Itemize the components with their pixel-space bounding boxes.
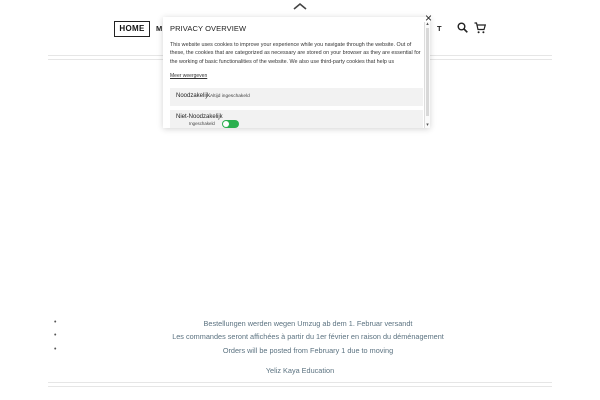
category-label: Noodzakelijk bbox=[176, 93, 211, 99]
notice-item: • Les commandes seront affichées à parti… bbox=[0, 332, 600, 341]
notice-item: • Orders will be posted from February 1 … bbox=[0, 346, 600, 355]
privacy-modal: PRIVACY OVERVIEW This website uses cooki… bbox=[163, 17, 430, 128]
nav-link-partial-right[interactable]: T bbox=[437, 24, 442, 33]
show-more-link[interactable]: Meer weergeven bbox=[170, 73, 207, 79]
chevron-up-icon[interactable] bbox=[293, 2, 307, 10]
bullet: • bbox=[54, 332, 57, 339]
search-icon[interactable] bbox=[457, 22, 468, 33]
bullet: • bbox=[54, 346, 57, 353]
modal-scrollbar[interactable]: ▴ ▾ bbox=[424, 22, 430, 128]
nav-link-partial[interactable]: M bbox=[156, 24, 162, 33]
cookie-category-non-necessary[interactable]: Niet-Noodzakelijk Ingeschakeld bbox=[170, 110, 423, 128]
non-necessary-toggle[interactable] bbox=[222, 120, 239, 128]
scroll-down-arrow-icon[interactable]: ▾ bbox=[425, 123, 430, 128]
category-status: Ingeschakeld bbox=[189, 121, 215, 126]
category-label: Niet-Noodzakelijk bbox=[176, 114, 223, 120]
nav-home-link[interactable]: HOME bbox=[114, 21, 150, 37]
bullet: • bbox=[54, 319, 57, 326]
scroll-thumb[interactable] bbox=[426, 28, 429, 116]
notice-text: Orders will be posted from February 1 du… bbox=[222, 346, 394, 355]
modal-body-text: This website uses cookies to improve you… bbox=[170, 42, 421, 65]
notice-text: Les commandes seront affichées à partir … bbox=[172, 332, 444, 341]
modal-title: PRIVACY OVERVIEW bbox=[170, 24, 247, 33]
toggle-knob bbox=[223, 121, 229, 127]
cookie-category-necessary[interactable]: Noodzakelijk Altijd ingeschakeld bbox=[170, 88, 423, 106]
cart-icon[interactable] bbox=[474, 22, 486, 34]
category-status: Altijd ingeschakeld bbox=[210, 94, 250, 99]
notice-item: • Bestellungen werden wegen Umzug ab dem… bbox=[0, 319, 600, 328]
footer-credit: Yeliz Kaya Education bbox=[265, 366, 335, 375]
footer-divider bbox=[48, 382, 552, 387]
close-icon[interactable]: × bbox=[425, 12, 437, 24]
notice-text: Bestellungen werden wegen Umzug ab dem 1… bbox=[203, 319, 413, 328]
